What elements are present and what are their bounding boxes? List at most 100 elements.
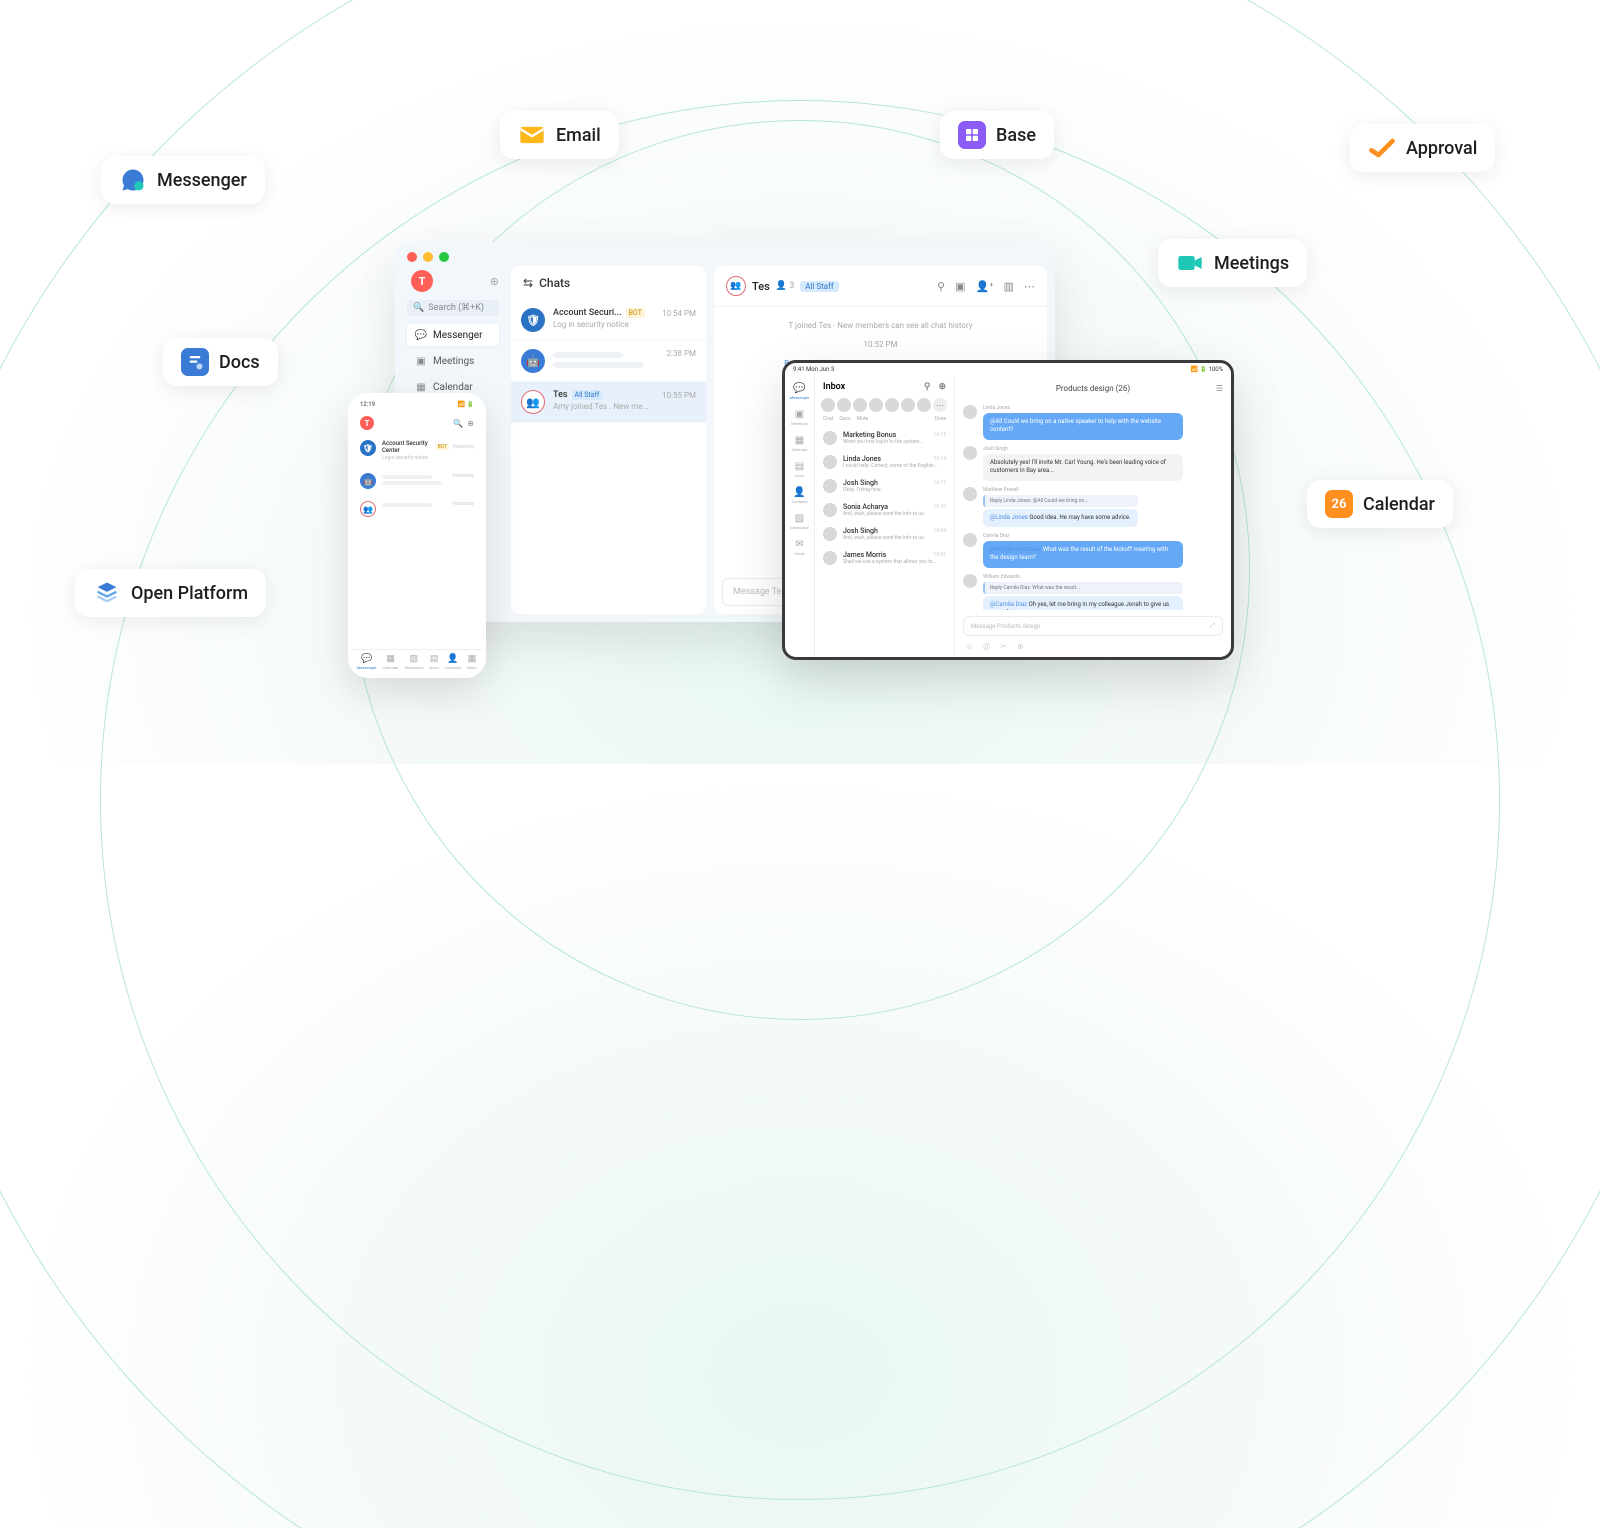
tab-contacts[interactable]: 👤Contacts xyxy=(445,654,461,670)
close-dot[interactable] xyxy=(407,252,417,262)
sidebar-item-meetings[interactable]: ▣Meetings xyxy=(791,408,808,426)
chat-message-list: Linda Jones@All Could we bring on a nati… xyxy=(955,401,1231,610)
group-avatar: 👥 xyxy=(360,501,376,517)
product-open-platform-pill[interactable]: Open Platform xyxy=(75,569,266,617)
filter-icon[interactable]: ⇆ xyxy=(523,276,533,290)
zoom-dot[interactable] xyxy=(439,252,449,262)
plus-icon[interactable]: ⊕ xyxy=(467,419,474,428)
tab-calendar[interactable]: ▦Calendar xyxy=(383,654,399,670)
list-item[interactable]: James Morris16:01 Shall we use a system … xyxy=(815,546,954,570)
avatar[interactable] xyxy=(869,398,883,412)
sidebar-item-email[interactable]: ✉Email xyxy=(794,538,806,556)
add-user-icon[interactable]: 👤⁺ xyxy=(975,280,993,293)
more-icon[interactable]: ⊕ xyxy=(1017,642,1024,651)
bot-icon: 🤖 xyxy=(360,473,376,489)
chat-row[interactable]: 🛡 Account Security Center BOT Yesterday … xyxy=(352,434,482,467)
avatar xyxy=(823,527,837,541)
list-item[interactable]: Sonia Acharya16:10 And, yeah, please sen… xyxy=(815,498,954,522)
avatar[interactable] xyxy=(917,398,931,412)
sidebar-item-calendar[interactable]: ▦Calendar xyxy=(792,434,808,452)
search-icon: 🔍 xyxy=(413,303,424,313)
product-meetings-pill[interactable]: Meetings xyxy=(1158,239,1307,287)
sidebar-item-contacts[interactable]: 👤Contacts xyxy=(791,486,807,504)
avatar xyxy=(823,503,837,517)
list-item[interactable]: Marketing Bonus16:15 When you first log … xyxy=(815,426,954,450)
sidebar-item-workplace[interactable]: ▧Workplace xyxy=(790,512,809,530)
sidebar-item-messenger[interactable]: 💬 Messenger xyxy=(407,324,499,346)
avatar xyxy=(963,446,977,460)
tab-messenger[interactable]: 💬Messenger xyxy=(357,654,377,670)
product-messenger-pill[interactable]: Messenger xyxy=(101,156,265,204)
tab-more[interactable]: ▦More xyxy=(467,654,477,670)
avatar[interactable] xyxy=(885,398,899,412)
video-icon[interactable]: ▣ xyxy=(955,280,965,293)
avatar-more[interactable]: ⋯ xyxy=(933,398,947,412)
workspace-avatar[interactable]: T xyxy=(411,270,433,292)
expand-icon[interactable]: ⤢ xyxy=(1210,622,1215,630)
minimize-dot[interactable] xyxy=(423,252,433,262)
search-icon[interactable]: ⚲ xyxy=(924,382,931,392)
sidebar-item-meetings[interactable]: ▣ Meetings xyxy=(407,350,499,372)
search-icon[interactable]: ⚲ xyxy=(937,280,945,293)
inbox-filter-row: Chat Docs Mute Done xyxy=(815,416,954,426)
plus-icon[interactable]: ⊕ xyxy=(938,382,946,392)
product-docs-pill[interactable]: Docs xyxy=(163,338,278,386)
chat-row[interactable]: 🤖 2:38 PM xyxy=(511,341,706,382)
shield-icon: 🛡 xyxy=(360,440,376,456)
search-icon[interactable]: 🔍 xyxy=(453,419,463,428)
product-base-pill[interactable]: Base xyxy=(940,111,1054,159)
tab-workplace[interactable]: ▧Workplace xyxy=(404,654,423,670)
avatar xyxy=(823,479,837,493)
product-label: Base xyxy=(996,125,1036,146)
avatar xyxy=(963,487,977,501)
avatar[interactable] xyxy=(821,398,835,412)
list-item[interactable]: Linda Jones16:14 I could help. Correct, … xyxy=(815,450,954,474)
avatar xyxy=(963,533,977,547)
product-calendar-pill[interactable]: 26 Calendar xyxy=(1307,480,1453,528)
chat-message: Matthew PowellReply Linda Jones: @All Co… xyxy=(963,487,1223,527)
message-compose[interactable]: Message Products design ⤢ xyxy=(963,616,1223,636)
tab-docs[interactable]: ▤Docs xyxy=(429,654,439,670)
chat-row[interactable]: 🤖 Yesterday xyxy=(352,467,482,495)
chat-row[interactable]: 👥 Tes All Staff 10:55 PM Amy joined Tes … xyxy=(511,382,706,423)
phone-tab-bar: 💬Messenger ▦Calendar ▧Workplace ▤Docs 👤C… xyxy=(352,649,482,674)
product-label: Calendar xyxy=(1363,494,1435,515)
product-label: Meetings xyxy=(1214,253,1289,274)
chat-row[interactable]: 🛡 Account Securi... BOT 10:54 PM Log in … xyxy=(511,300,706,341)
search-input[interactable]: 🔍 Search (⌘+K) xyxy=(407,300,499,316)
plus-icon[interactable]: ⊕ xyxy=(490,275,499,288)
list-item[interactable]: Josh Singh16:04 And, yeah, please send t… xyxy=(815,522,954,546)
avatar xyxy=(963,405,977,419)
sidebar-item-docs[interactable]: ▤Docs xyxy=(794,460,806,478)
calendar-icon: ▦ xyxy=(415,381,427,393)
list-item[interactable]: Josh Singh16:12 Okay. Trying now. xyxy=(815,474,954,498)
group-avatar[interactable]: 👥 xyxy=(726,276,746,296)
chat-thread-header: Products design (26) ☰ xyxy=(955,376,1231,401)
avatar xyxy=(823,551,837,565)
emoji-icon[interactable]: ☺ xyxy=(965,642,973,651)
avatar[interactable] xyxy=(853,398,867,412)
avatar[interactable] xyxy=(837,398,851,412)
mention-icon[interactable]: @ xyxy=(983,642,990,651)
tablet-inbox-panel: Inbox ⚲ ⊕ ⋯ Chat Docs Mute Done Marketin… xyxy=(815,376,955,657)
product-label: Email xyxy=(556,125,601,146)
menu-icon[interactable]: ☰ xyxy=(1216,384,1223,393)
workspace-avatar[interactable]: T xyxy=(360,416,374,430)
tablet-chat-thread: Products design (26) ☰ Linda Jones@All C… xyxy=(955,376,1231,657)
inbox-avatar-strip: ⋯ xyxy=(815,398,954,416)
product-email-pill[interactable]: Email xyxy=(500,111,619,159)
product-label: Messenger xyxy=(157,170,247,191)
meetings-icon xyxy=(1176,249,1204,277)
sidebar-item-messenger[interactable]: 💬Messenger xyxy=(790,382,810,400)
messenger-icon: 💬 xyxy=(415,329,427,341)
product-approval-pill[interactable]: Approval xyxy=(1350,124,1495,172)
avatar[interactable] xyxy=(901,398,915,412)
more-icon[interactable]: ⋯ xyxy=(1024,280,1035,293)
panel-icon[interactable]: ▥ xyxy=(1004,280,1014,293)
chat-row[interactable]: 👥 Yesterday xyxy=(352,495,482,523)
phone-header: T 🔍 ⊕ xyxy=(352,412,482,434)
avatar xyxy=(963,574,977,588)
approval-icon xyxy=(1368,134,1396,162)
placeholder-bar xyxy=(382,475,432,479)
scissors-icon[interactable]: ✂ xyxy=(1000,642,1007,651)
